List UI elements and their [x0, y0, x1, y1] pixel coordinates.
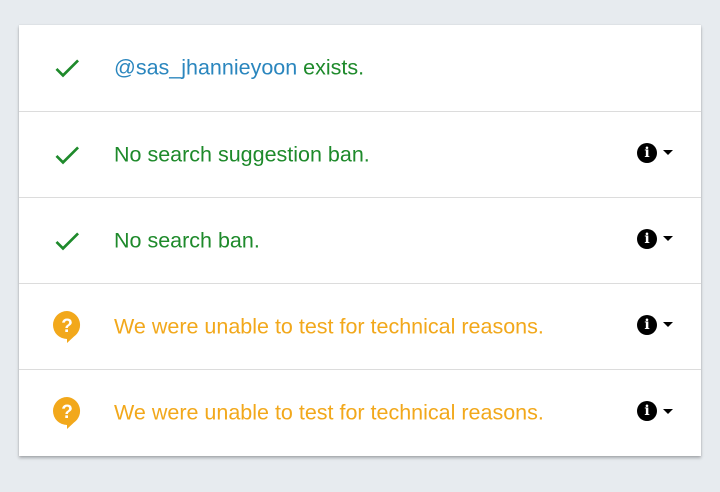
- check-icon: [49, 50, 85, 86]
- result-text: No search ban.: [114, 228, 260, 252]
- info-dropdown-button[interactable]: i: [637, 142, 673, 163]
- svg-text:?: ?: [61, 316, 73, 337]
- result-label: @sas_jhannieyoon exists.: [114, 56, 364, 81]
- svg-text:?: ?: [61, 402, 73, 423]
- result-row-suggestion-ban: No search suggestion ban. i: [19, 112, 701, 198]
- result-row-exists: @sas_jhannieyoon exists.: [19, 25, 701, 112]
- caret-down-icon: [663, 408, 673, 414]
- info-icon: i: [637, 314, 657, 335]
- check-icon: [49, 137, 85, 173]
- info-dropdown-button[interactable]: i: [637, 401, 673, 421]
- caret-down-icon: [663, 322, 673, 327]
- info-icon: i: [637, 142, 657, 163]
- result-text: We were unable to test for technical rea…: [114, 314, 544, 338]
- check-icon: [49, 223, 85, 259]
- result-text: exists.: [297, 55, 365, 80]
- result-text: We were unable to test for technical rea…: [114, 400, 544, 425]
- account-handle[interactable]: @sas_jhannieyoon: [114, 56, 297, 80]
- question-bubble-icon: ?: [49, 395, 85, 431]
- info-dropdown-button[interactable]: i: [637, 228, 673, 249]
- info-icon: i: [637, 401, 657, 421]
- results-card: @sas_jhannieyoon exists. No search sugge…: [19, 25, 701, 456]
- result-row-unable-2: ? We were unable to test for technical r…: [19, 370, 701, 456]
- info-icon: i: [637, 228, 657, 249]
- info-dropdown-button[interactable]: i: [637, 314, 673, 335]
- result-row-search-ban: No search ban. i: [19, 198, 701, 284]
- caret-down-icon: [663, 236, 673, 241]
- result-text: No search suggestion ban.: [114, 142, 370, 166]
- caret-down-icon: [663, 150, 673, 155]
- result-row-unable-1: ? We were unable to test for technical r…: [19, 284, 701, 370]
- question-bubble-icon: ?: [49, 309, 85, 345]
